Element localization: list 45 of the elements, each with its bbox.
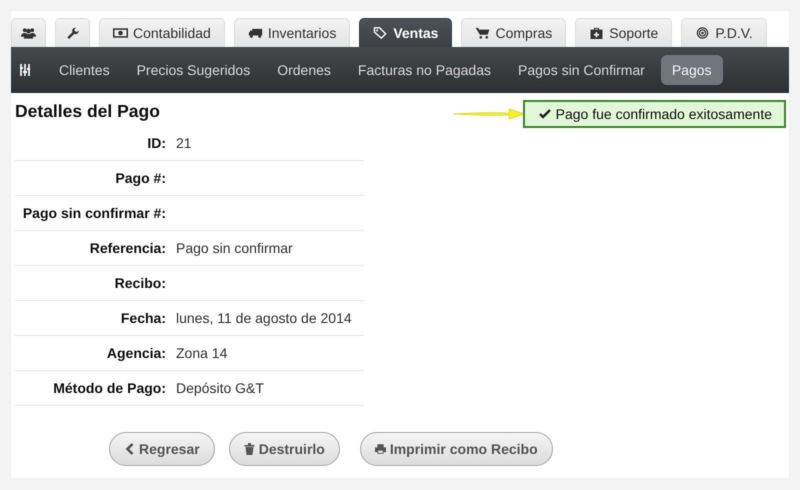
wrench-icon [65,27,80,39]
nav-tab[interactable] [55,18,90,47]
action-button[interactable]: Imprimir como Recibo [360,432,553,466]
field-label: Referencia: [88,240,166,256]
field-label: Método de Pago: [52,380,166,396]
subnav-link[interactable]: Pagos [660,55,723,85]
medkit-icon [589,27,604,39]
field-label: Fecha: [120,310,166,326]
nav-tab[interactable]: Contabilidad [99,18,225,47]
field-value: Zona 14 [176,345,228,361]
subnav-link[interactable]: Precios Sugeridos [126,55,262,85]
trash-icon [244,443,255,455]
cart-icon [475,27,490,39]
field-label: Agencia: [106,345,166,361]
money-icon [113,27,128,39]
truck-icon [248,27,263,39]
chevron-left-icon [124,443,135,455]
field-label: Recibo: [114,275,166,291]
field-label: Pago sin confirmar #: [22,205,166,221]
target-icon [695,27,710,39]
action-button[interactable]: Regresar [109,432,215,466]
tag-icon [373,27,388,39]
page-title: Detalles del Pago [15,101,161,123]
subnav-link[interactable]: Pagos sin Confirmar [507,55,656,85]
subnav-link[interactable]: Facturas no Pagadas [346,55,502,85]
action-button[interactable]: Destruirlo [228,432,340,466]
field-value: Depósito G&T [176,380,264,396]
nav-tab[interactable]: Ventas [359,18,452,47]
field-value: lunes, 11 de agosto de 2014 [176,310,352,326]
checkmark-icon [538,109,551,119]
subnav-link[interactable]: Clientes [48,55,121,85]
field-value: 21 [176,135,192,151]
field-label: ID: [146,135,166,151]
alert-message: Pago fue confirmado exitosamente [556,106,772,122]
field-value: Pago sin confirmar [176,240,293,256]
users-icon [21,27,36,39]
printer-icon [374,443,386,455]
nav-tab[interactable]: Inventarios [234,18,350,47]
nav-tab[interactable]: Soporte [575,18,672,47]
nav-tab[interactable] [11,18,46,47]
nav-tab[interactable]: P.D.V. [681,18,767,47]
nav-tab[interactable]: Compras [461,18,566,47]
field-label: Pago #: [114,170,166,186]
sliders-icon [20,64,30,76]
subnav-link[interactable]: Ordenes [266,55,342,85]
